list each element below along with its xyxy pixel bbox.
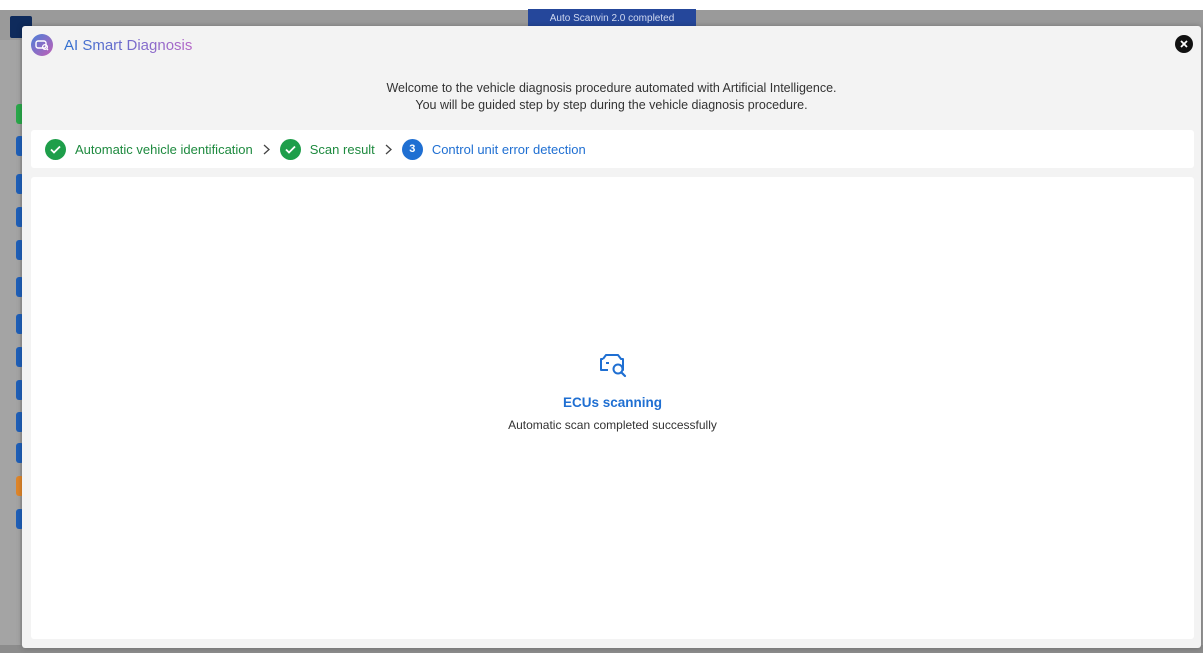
step-label: Automatic vehicle identification [75,141,253,157]
dialog-header: AI Smart Diagnosis [22,26,1201,66]
dialog-title: AI Smart Diagnosis [64,37,193,54]
progress-stepper: Automatic vehicle identification Scan re… [31,130,1194,168]
step-label: Scan result [309,141,375,157]
step-label: Control unit error detection [431,141,586,157]
step-control-unit-error-detection[interactable]: 3 Control unit error detection [401,138,586,160]
close-button[interactable] [1175,35,1193,53]
background-toast: Auto Scanvin 2.0 completed [528,9,696,27]
scan-content-panel: ECUs scanning Automatic scan completed s… [31,177,1194,639]
step-scan-result[interactable]: Scan result [279,138,375,160]
welcome-message: Welcome to the vehicle diagnosis procedu… [22,80,1201,114]
chevron-right-icon [263,144,270,155]
step-number-badge: 3 [401,138,423,160]
check-icon [279,138,301,160]
check-icon [45,138,66,160]
step-vehicle-identification[interactable]: Automatic vehicle identification [45,138,253,160]
welcome-line-1: Welcome to the vehicle diagnosis procedu… [386,81,837,95]
welcome-line-2: You will be guided step by step during t… [415,98,808,112]
status-title: ECUs scanning [562,395,663,410]
ai-diagnosis-icon [31,34,53,56]
close-icon [1180,40,1188,48]
ai-smart-diagnosis-dialog: AI Smart Diagnosis Welcome to the vehicl… [22,26,1201,648]
chevron-right-icon [385,144,392,155]
status-message: Automatic scan completed successfully [508,418,717,432]
car-scan-icon [597,352,629,378]
scan-status: ECUs scanning Automatic scan completed s… [31,352,1194,432]
